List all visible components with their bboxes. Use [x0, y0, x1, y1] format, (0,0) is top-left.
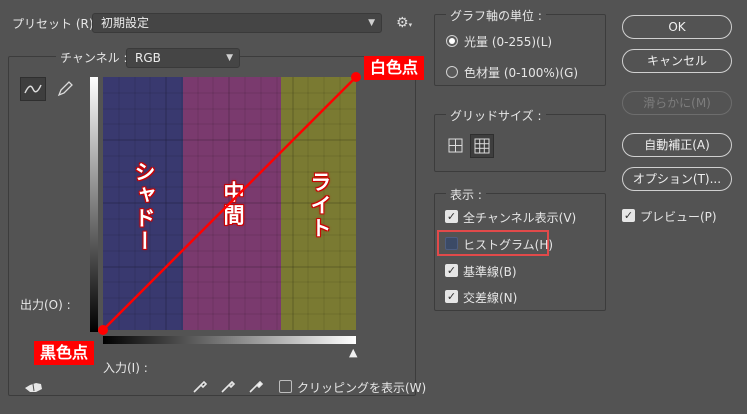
baseline-label: 基準線(B): [463, 265, 517, 279]
ink-radio[interactable]: [446, 66, 458, 78]
curve-tool-icon[interactable]: [20, 77, 46, 101]
white-eyedropper-icon[interactable]: [248, 378, 264, 397]
light-zone-label: ライト: [308, 171, 332, 240]
auto-button[interactable]: 自動補正(A): [622, 133, 732, 157]
channel-label: チャンネル :: [56, 49, 132, 66]
all-channels-checkbox[interactable]: ✓: [445, 210, 458, 223]
hand-icon[interactable]: [24, 380, 44, 397]
white-point-callout: 白色点: [364, 56, 425, 80]
channel-value: RGB: [135, 51, 161, 65]
output-label: 出力(O) :: [20, 298, 71, 312]
preview-checkbox[interactable]: ✓: [622, 209, 635, 222]
smooth-button[interactable]: 滑らかに(M): [622, 91, 732, 115]
clip-label: クリッピングを表示(W): [297, 381, 427, 395]
shadow-zone-label: シャドー: [132, 161, 156, 253]
gray-eyedropper-icon[interactable]: [220, 378, 236, 397]
display-group-title: 表示 :: [446, 186, 486, 203]
light-radio-label: 光量 (0-255)(L): [464, 35, 553, 49]
cancel-button[interactable]: キャンセル: [622, 49, 732, 73]
chevron-down-icon: ▼: [368, 18, 375, 28]
ink-radio-label: 色材量 (0-100%)(G): [464, 66, 579, 80]
ok-button[interactable]: OK: [622, 15, 732, 39]
clip-checkbox[interactable]: [279, 380, 292, 393]
gear-icon[interactable]: ⚙▾: [396, 15, 412, 31]
intersection-checkbox[interactable]: ✓: [445, 290, 458, 303]
input-label: 入力(I) :: [103, 361, 148, 375]
baseline-checkbox[interactable]: ✓: [445, 264, 458, 277]
axis-group-title: グラフ軸の単位 :: [446, 7, 546, 24]
output-gradient: [90, 77, 98, 332]
black-eyedropper-icon[interactable]: [192, 378, 208, 397]
preset-label: プリセット (R) :: [12, 17, 102, 31]
preset-select[interactable]: 初期設定 ▼: [92, 13, 382, 33]
options-button[interactable]: オプション(T)...: [622, 167, 732, 191]
input-gradient: [103, 336, 356, 344]
white-point-slider-icon[interactable]: ▲: [349, 346, 357, 359]
channel-select[interactable]: RGB ▼: [126, 48, 240, 68]
all-channels-label: 全チャンネル表示(V): [463, 211, 577, 225]
pencil-icon[interactable]: [56, 80, 74, 101]
histogram-checkbox[interactable]: [445, 237, 458, 250]
preset-value: 初期設定: [101, 16, 150, 30]
chevron-down-icon: ▼: [226, 53, 233, 63]
intersection-label: 交差線(N): [463, 291, 518, 305]
grid-simple-icon[interactable]: [446, 136, 466, 156]
curve-graph[interactable]: シャドー 中間 ライト: [103, 77, 356, 330]
preview-label: プレビュー(P): [640, 210, 717, 224]
grid-group-title: グリッドサイズ :: [446, 107, 546, 124]
black-point-callout: 黒色点: [34, 341, 95, 365]
grid-detailed-icon[interactable]: [470, 134, 494, 158]
histogram-label: ヒストグラム(H): [463, 238, 554, 252]
mid-zone-label: 中間: [221, 181, 245, 227]
light-radio[interactable]: [446, 35, 458, 47]
